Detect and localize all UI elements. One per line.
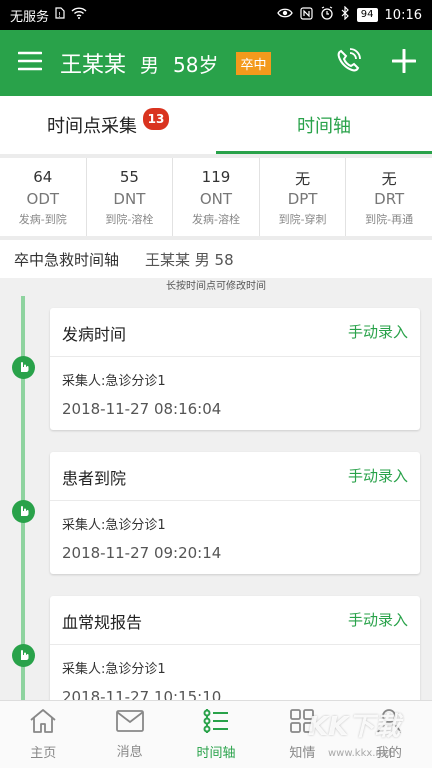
patient-name: 王某某 [60, 53, 127, 78]
tab-label: 时间轴 [297, 116, 351, 137]
timeline-section-header: 卒中急救时间轴 王某某 男 58 [0, 240, 432, 278]
hand-pointer-icon [17, 646, 30, 665]
card-divider [50, 500, 420, 501]
metric-dnt: 55 DNT 到院-溶栓 [87, 158, 174, 236]
phone-icon [335, 48, 361, 78]
event-collector: 采集人:急诊分诊1 [62, 662, 166, 677]
event-title: 血常规报告 [62, 613, 143, 632]
event-collector: 采集人:急诊分诊1 [62, 518, 166, 533]
home-icon [28, 708, 58, 738]
timeline-list-icon [202, 708, 230, 738]
nav-messages[interactable]: 消息 [86, 701, 172, 768]
timeline-scroll-area[interactable]: 长按时间点可修改时间 发病时间 手动录入 采集人:急诊分诊1 2018-11-2… [0, 278, 432, 700]
clock-text: 10:16 [384, 7, 422, 23]
section-title: 卒中急救时间轴 [14, 250, 120, 269]
timeline-event-card[interactable]: 患者到院 手动录入 采集人:急诊分诊1 2018-11-27 09:20:14 [50, 452, 420, 574]
timeline-node [12, 644, 35, 667]
long-press-hint: 长按时间点可修改时间 [166, 281, 266, 292]
menu-button[interactable] [0, 30, 60, 96]
hamburger-icon [17, 51, 43, 75]
nav-label: 主页 [30, 746, 57, 761]
metric-dpt: 无 DPT 到院-穿刺 [260, 158, 347, 236]
patient-summary: 王某某 男 58岁 卒中 [60, 47, 271, 79]
metric-abbr: DNT [113, 189, 146, 208]
metric-desc: 到院-穿刺 [278, 212, 327, 226]
section-patient: 王某某 男 58 [145, 250, 234, 269]
metric-abbr: DRT [374, 189, 405, 208]
metric-abbr: ONT [199, 189, 233, 208]
nav-timeline[interactable]: 时间轴 [173, 701, 259, 768]
manual-entry-button[interactable]: 手动录入 [348, 465, 408, 486]
metric-value: 64 [33, 167, 53, 186]
tab-label: 时间点采集 [47, 116, 137, 137]
bluetooth-icon [341, 5, 350, 24]
hand-pointer-icon [17, 358, 30, 377]
metric-desc: 发病-溶栓 [191, 212, 240, 226]
svg-text:!: ! [58, 11, 61, 19]
patient-age: 58岁 [173, 53, 219, 77]
metric-value: 55 [119, 167, 139, 186]
metric-value: 无 [381, 169, 397, 188]
metric-desc: 发病-到院 [18, 212, 67, 226]
patient-gender: 男 [140, 55, 160, 77]
stroke-badge: 卒中 [236, 51, 271, 75]
nav-home[interactable]: 主页 [0, 701, 86, 768]
metric-ont: 119 ONT 发病-溶栓 [173, 158, 260, 236]
call-button[interactable] [320, 30, 376, 96]
card-divider [50, 644, 420, 645]
metric-value: 无 [295, 169, 311, 188]
metrics-row: 64 ODT 发病-到院 55 DNT 到院-溶栓 119 ONT 发病-溶栓 … [0, 158, 432, 236]
tab-count-badge: 13 [143, 108, 169, 130]
event-time[interactable]: 2018-11-27 10:15:10 [62, 688, 221, 700]
manual-entry-button[interactable]: 手动录入 [348, 321, 408, 342]
event-title: 发病时间 [62, 325, 127, 344]
event-time[interactable]: 2018-11-27 09:20:14 [62, 544, 221, 562]
nav-label: 消息 [116, 745, 143, 760]
add-button[interactable] [376, 30, 432, 96]
nav-label: 知情 [289, 746, 316, 761]
metric-desc: 到院-再通 [365, 212, 414, 226]
carrier-text: 无服务 [10, 9, 50, 25]
app-bar: 王某某 男 58岁 卒中 [0, 30, 432, 96]
sim-icon: ! [55, 7, 65, 23]
mail-icon [115, 709, 145, 737]
timeline-event-card[interactable]: 发病时间 手动录入 采集人:急诊分诊1 2018-11-27 08:16:04 [50, 308, 420, 430]
metric-abbr: DPT [287, 189, 318, 208]
hand-pointer-icon [17, 502, 30, 521]
alarm-icon [320, 6, 334, 24]
wifi-icon [71, 7, 87, 23]
metric-drt: 无 DRT 到院-再通 [346, 158, 432, 236]
nfc-icon [300, 6, 313, 24]
event-title: 患者到院 [62, 469, 127, 488]
plus-icon [391, 48, 417, 77]
status-bar: 无服务 ! 94 10:16 [0, 0, 432, 30]
manual-entry-button[interactable]: 手动录入 [348, 609, 408, 630]
nav-label: 时间轴 [196, 746, 236, 761]
event-collector: 采集人:急诊分诊1 [62, 374, 166, 389]
watermark-text: KK下载 [308, 712, 401, 742]
watermark-url: www.kkx.net [328, 748, 392, 759]
event-time[interactable]: 2018-11-27 08:16:04 [62, 400, 221, 418]
tab-timeline[interactable]: 时间轴 [216, 96, 432, 154]
metric-value: 119 [201, 167, 231, 186]
metric-desc: 到院-溶栓 [105, 212, 154, 226]
tab-time-point-collection[interactable]: 时间点采集 13 [0, 96, 216, 154]
card-divider [50, 356, 420, 357]
eye-icon [277, 7, 293, 23]
timeline-node [12, 356, 35, 379]
battery-icon: 94 [356, 8, 378, 22]
timeline-node [12, 500, 35, 523]
timeline-event-card[interactable]: 血常规报告 手动录入 采集人:急诊分诊1 2018-11-27 10:15:10 [50, 596, 420, 700]
metric-odt: 64 ODT 发病-到院 [0, 158, 87, 236]
metric-abbr: ODT [26, 189, 60, 208]
tab-bar: 时间点采集 13 时间轴 [0, 96, 432, 154]
